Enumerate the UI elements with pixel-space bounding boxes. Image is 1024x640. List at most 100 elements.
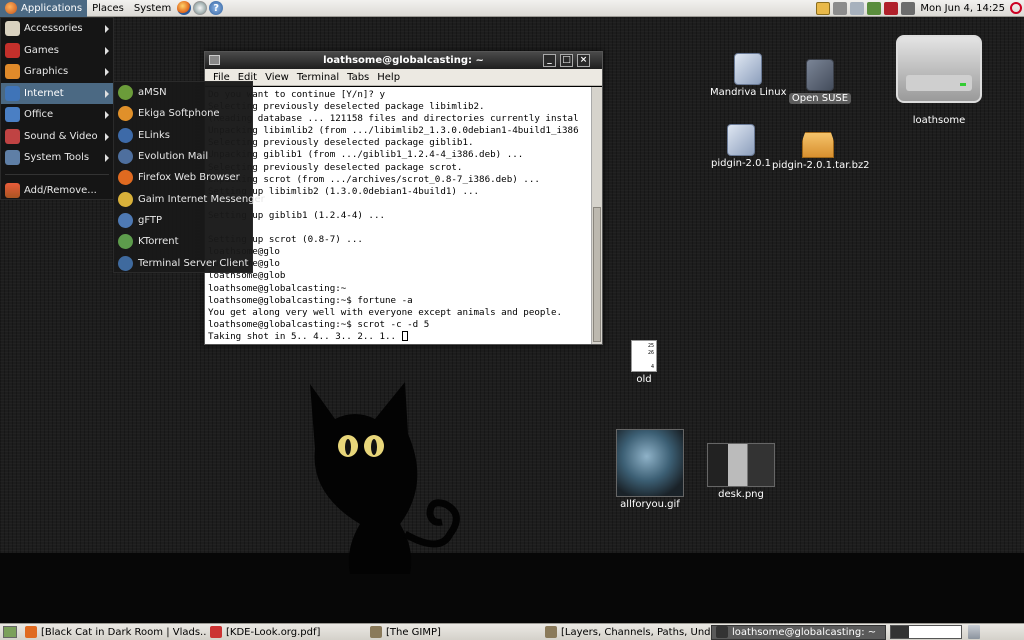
maximize-button[interactable]: □ <box>560 54 573 67</box>
menu-item-accessories[interactable]: Accessories <box>1 18 113 40</box>
mandriva-linux-label: Mandriva Linux <box>710 87 787 98</box>
power-icon[interactable] <box>1010 2 1022 14</box>
old-textfile[interactable]: 25 26 4 old <box>624 340 664 385</box>
app-icon <box>118 191 133 207</box>
submenu-item-amsn[interactable]: aMSN <box>114 82 252 103</box>
notification-area: Mon Jun 4, 14:25 <box>816 0 1024 17</box>
terminal-output[interactable]: Do you want to continue [Y/n]? y Selectin… <box>205 87 591 344</box>
terminal-line: loathsome@globalcasting:~$ fortune -a <box>208 294 413 306</box>
gimp-icon <box>370 626 382 638</box>
games-icon <box>5 42 20 58</box>
package-icon <box>802 132 834 158</box>
menu-item-label: System Tools <box>24 152 90 164</box>
menu-item-system-tools[interactable]: System Tools <box>1 147 113 169</box>
applications-menu-items: Accessories Games Graphics Internet Office So… <box>1 18 113 169</box>
image-thumbnail <box>707 443 775 487</box>
submenu-item-ekiga-softphone[interactable]: Ekiga Softphone <box>114 103 252 124</box>
submenu-arrow-icon <box>105 68 109 76</box>
volume-icon[interactable] <box>901 1 916 15</box>
submenu-item-ktorrent[interactable]: KTorrent <box>114 231 252 252</box>
trash-icon[interactable] <box>968 625 980 639</box>
show-desktop-icon[interactable] <box>3 626 17 638</box>
submenu-item-evolution-mail[interactable]: Evolution Mail <box>114 146 252 167</box>
menu-item-label: Sound & Video <box>24 130 98 142</box>
drive-loathsome[interactable]: loathsome <box>893 35 985 126</box>
taskbar-button[interactable]: [KDE-Look.org.pdf] <box>206 625 366 640</box>
applications-menu[interactable]: Applications <box>0 0 88 17</box>
system-menu[interactable]: System <box>129 0 176 17</box>
text-cursor <box>401 330 408 341</box>
menu-item-add-remove[interactable]: Add/Remove... <box>1 180 113 202</box>
submenu-arrow-icon <box>105 89 109 98</box>
document-icon <box>210 626 222 638</box>
submenu-arrow-icon <box>105 25 109 33</box>
allforyou-image[interactable]: allforyou.gif <box>612 429 688 510</box>
terminal-line: Setting up libimlib2 (1.3.0.0debian1-4bu… <box>208 185 480 197</box>
menu-help[interactable]: Help <box>373 72 404 83</box>
app-icon <box>118 234 133 250</box>
terminal-titlebar[interactable]: loathsome@globalcasting: ~ _ □ × <box>205 52 602 69</box>
tray-app-icon[interactable] <box>867 1 882 15</box>
menu-tabs[interactable]: Tabs <box>343 72 373 83</box>
submenu-item-gftp[interactable]: gFTP <box>114 210 252 231</box>
taskbar-button[interactable]: loathsome@globalcasting: ~ <box>711 624 886 640</box>
menu-item-internet[interactable]: Internet <box>1 82 113 104</box>
image-thumbnail <box>616 429 684 497</box>
scrollbar-thumb[interactable] <box>593 207 601 342</box>
opensuse-folder[interactable]: Open SUSE <box>787 59 853 104</box>
submenu-arrow-icon <box>105 132 109 141</box>
menu-view[interactable]: View <box>261 72 293 83</box>
pidgin-folder[interactable]: pidgin-2.0.1 <box>709 124 773 169</box>
taskbar-button[interactable]: [The GIMP] <box>366 625 541 640</box>
taskbar-button-label: [The GIMP] <box>386 626 441 638</box>
firefox-launcher-icon[interactable] <box>177 1 192 15</box>
user-icon[interactable] <box>833 1 848 15</box>
taskbar-button-label: [Layers, Channels, Paths, Undo ... <box>561 626 711 638</box>
ruby-icon[interactable] <box>884 1 899 15</box>
bottom-panel: [Black Cat in Dark Room | Vlads... [KDE-L… <box>0 623 1024 640</box>
minimize-button[interactable]: _ <box>543 54 556 67</box>
mandriva-linux-folder[interactable]: Mandriva Linux <box>710 53 787 98</box>
taskbar-button[interactable]: [Black Cat in Dark Room | Vlads... <box>21 625 206 640</box>
menu-item-graphics[interactable]: Graphics <box>1 61 113 83</box>
terminal-line: Setting up scrot (0.8-7) ... <box>208 234 363 246</box>
places-menu[interactable]: Places <box>87 0 129 17</box>
workspace-switcher[interactable] <box>890 625 962 639</box>
submenu-item-elinks[interactable]: ELinks <box>114 125 252 146</box>
mail-launcher-icon[interactable] <box>193 1 208 15</box>
close-button[interactable]: × <box>577 54 590 67</box>
drive-label: loathsome <box>912 115 966 126</box>
submenu-item-gaim-internet-messenger[interactable]: Gaim Internet Messenger <box>114 188 265 209</box>
applications-dropdown: Accessories Games Graphics Internet Office So… <box>0 17 114 200</box>
terminal-scrollbar[interactable] <box>591 87 602 344</box>
submenu-item-terminal-server-client[interactable]: Terminal Server Client <box>114 252 252 273</box>
desk-image[interactable]: desk.png <box>703 443 779 500</box>
network-icon[interactable] <box>850 1 865 15</box>
terminal-line: loathsome@glo <box>208 246 589 258</box>
menu-item-label: Add/Remove... <box>24 184 97 196</box>
submenu-item-label: Firefox Web Browser <box>138 172 240 184</box>
menu-item-office[interactable]: Office <box>1 104 113 126</box>
submenu-arrow-icon <box>105 46 109 55</box>
menu-item-sound-video[interactable]: Sound & Video <box>1 126 113 148</box>
terminal-line: Selecting previously deselected package … <box>208 101 485 113</box>
menu-item-games[interactable]: Games <box>1 40 113 62</box>
submenu-item-firefox-web-browser[interactable]: Firefox Web Browser <box>114 167 252 188</box>
terminal-line: Selecting previously deselected package … <box>208 161 463 173</box>
clock[interactable]: Mon Jun 4, 14:25 <box>918 3 1007 14</box>
taskbar-button[interactable]: [Layers, Channels, Paths, Undo ... <box>541 625 711 640</box>
terminal-line: loathsome@globalcasting:~$ scrot -c -d 5 <box>208 318 430 330</box>
terminal-last-line: Taking shot in 5.. 4.. 3.. 2.. 1.. <box>208 330 402 342</box>
menu-terminal[interactable]: Terminal <box>293 72 343 83</box>
submenu-item-label: gFTP <box>138 214 163 226</box>
system-tools-icon <box>5 150 20 166</box>
submenu-arrow-icon <box>105 154 109 162</box>
help-launcher-icon[interactable]: ? <box>209 1 224 15</box>
window-menu-icon[interactable] <box>209 55 220 65</box>
pidgin-archive[interactable]: pidgin-2.0.1.tar.bz2 <box>772 132 870 171</box>
old-label: old <box>636 374 652 385</box>
update-notifier-icon[interactable] <box>816 1 831 15</box>
text-file-icon: 25 26 4 <box>631 340 657 372</box>
top-panel: Applications Places System ? Mon Jun 4, … <box>0 0 1024 17</box>
